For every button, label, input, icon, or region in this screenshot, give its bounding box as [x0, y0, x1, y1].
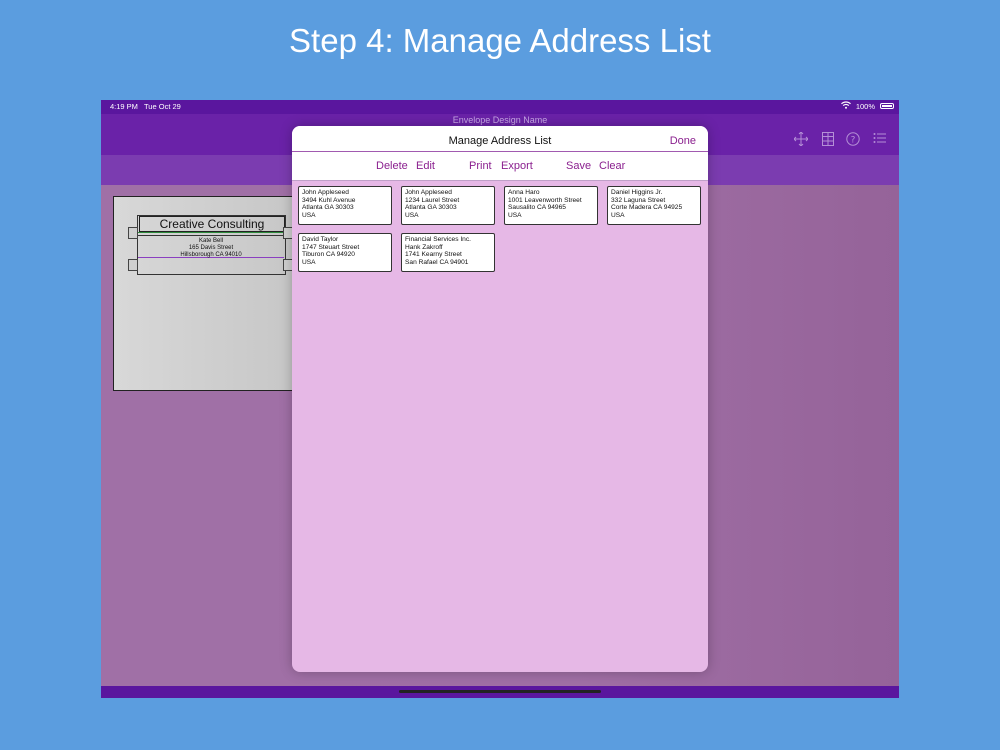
- address-line: Anna Haro: [508, 189, 540, 196]
- address-line: David Taylor: [302, 236, 339, 243]
- delete-button[interactable]: Delete: [376, 160, 408, 172]
- address-line: USA: [302, 259, 316, 267]
- status-bar: 4:19 PM Tue Oct 29 100%: [101, 100, 899, 114]
- resize-handle[interactable]: [128, 259, 138, 271]
- list-icon[interactable]: [872, 132, 888, 148]
- address-line: 332 Laguna Street: [611, 196, 666, 204]
- address-line: Sausalito CA 94965: [508, 204, 566, 212]
- svg-text:?: ?: [851, 136, 856, 146]
- guide-line: [138, 235, 284, 236]
- recipient-city: Hillsborough CA 94010: [180, 252, 242, 258]
- address-card[interactable]: John Appleseed 1234 Laurel Street Atlant…: [401, 186, 495, 225]
- print-button[interactable]: Print: [469, 160, 492, 172]
- document-title[interactable]: Envelope Design Name: [101, 115, 899, 125]
- wifi-icon: [841, 101, 851, 111]
- address-line: San Rafael CA 94901: [405, 259, 469, 267]
- clear-button[interactable]: Clear: [599, 160, 625, 172]
- resize-handle[interactable]: [128, 227, 138, 239]
- address-line: 1741 Kearny Street: [405, 251, 462, 259]
- battery-percent: 100%: [855, 102, 875, 111]
- done-button[interactable]: Done: [670, 135, 696, 147]
- address-line: Tiburon CA 94920: [302, 251, 355, 259]
- address-line: 1747 Steuart Street: [302, 243, 360, 251]
- battery-icon: [880, 103, 894, 109]
- address-line: USA: [405, 212, 419, 220]
- modal-toolbar: Delete Edit Print Export Save Clear: [292, 152, 708, 181]
- move-icon[interactable]: [793, 131, 809, 148]
- address-line: John Appleseed: [405, 189, 452, 196]
- help-icon[interactable]: ?: [845, 132, 861, 148]
- address-card[interactable]: Anna Haro 1001 Leavenworth Street Sausal…: [504, 186, 598, 225]
- address-line: USA: [302, 212, 316, 220]
- address-line: USA: [611, 212, 625, 220]
- grid-icon[interactable]: [820, 132, 836, 148]
- address-line: 1001 Leavenworth Street: [508, 196, 582, 204]
- status-date: Tue Oct 29: [144, 102, 181, 111]
- export-button[interactable]: Export: [501, 160, 533, 172]
- address-line: Hank Zakroff: [405, 243, 443, 251]
- address-line: Atlanta GA 30303: [302, 204, 354, 212]
- address-line: Financial Services Inc.: [405, 236, 471, 243]
- page-headline: Step 4: Manage Address List: [289, 22, 711, 59]
- address-line: 1234 Laurel Street: [405, 196, 460, 204]
- address-card[interactable]: Daniel Higgins Jr. 332 Laguna Street Cor…: [607, 186, 701, 225]
- address-line: 3494 Kuhl Avenue: [302, 196, 356, 204]
- save-button[interactable]: Save: [566, 160, 591, 172]
- address-card[interactable]: John Appleseed 3494 Kuhl Avenue Atlanta …: [298, 186, 392, 225]
- address-line: John Appleseed: [302, 189, 349, 196]
- home-indicator[interactable]: [399, 690, 601, 693]
- edit-button[interactable]: Edit: [416, 160, 435, 172]
- status-time: 4:19 PM: [110, 102, 138, 111]
- address-line: USA: [508, 212, 522, 220]
- address-line: Atlanta GA 30303: [405, 204, 457, 212]
- address-line: Corte Madera CA 94925: [611, 204, 683, 212]
- manage-address-modal: Manage Address List Done Delete Edit Pri…: [292, 126, 708, 672]
- address-line: Daniel Higgins Jr.: [611, 189, 663, 196]
- modal-header: Manage Address List Done: [292, 126, 708, 152]
- company-label[interactable]: Creative Consulting: [139, 216, 285, 232]
- modal-title: Manage Address List: [448, 135, 552, 147]
- guide-line: [138, 232, 284, 233]
- address-card[interactable]: David Taylor 1747 Steuart Street Tiburon…: [298, 233, 392, 272]
- address-card[interactable]: Financial Services Inc. Hank Zakroff 174…: [401, 233, 495, 272]
